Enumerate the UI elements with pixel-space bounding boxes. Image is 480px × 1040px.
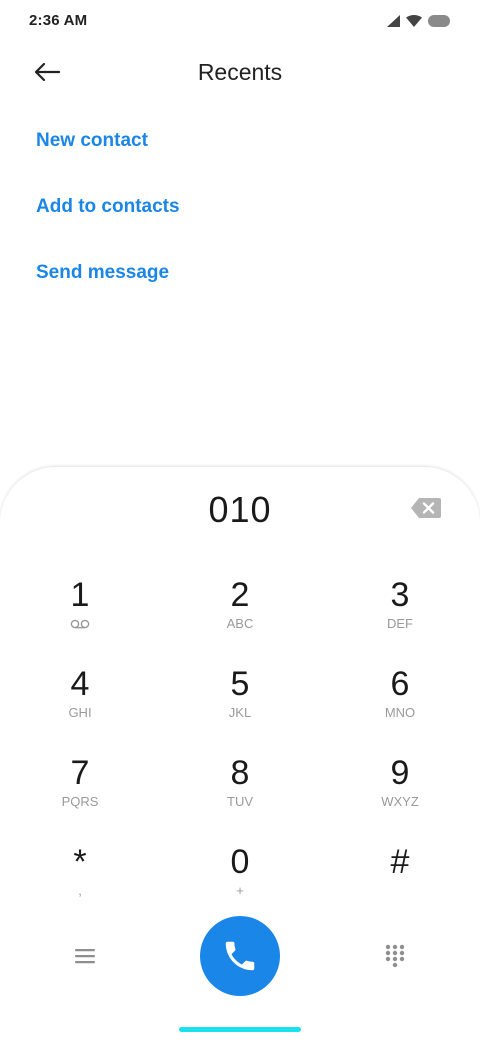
new-contact-link[interactable]: New contact xyxy=(36,122,180,188)
header: Recents xyxy=(0,44,480,104)
phone-icon xyxy=(225,941,255,971)
action-list: New contact Add to contacts Send message xyxy=(36,122,180,320)
dialer-panel: 010 1 2 ABC 3 DEF 4 GHI 5 JKL 6 MNO 7 PQ… xyxy=(0,467,480,1040)
dialpad-toggle-button[interactable] xyxy=(378,939,412,973)
key-digit: # xyxy=(390,843,410,881)
key-9[interactable]: 9 WXYZ xyxy=(340,753,460,833)
key-digit: 9 xyxy=(390,754,410,792)
backspace-button[interactable] xyxy=(410,497,442,519)
key-8[interactable]: 8 TUV xyxy=(180,753,300,833)
key-5[interactable]: 5 JKL xyxy=(180,664,300,744)
dialed-number: 010 xyxy=(208,489,272,530)
send-message-link[interactable]: Send message xyxy=(36,254,180,320)
key-star[interactable]: * , xyxy=(20,842,140,922)
voicemail-icon xyxy=(70,619,90,629)
page-title: Recents xyxy=(197,59,283,85)
key-digit: 8 xyxy=(230,754,250,792)
key-letters: MNO xyxy=(384,705,416,720)
key-4[interactable]: 4 GHI xyxy=(20,664,140,744)
status-bar: 2:36 AM xyxy=(0,0,480,44)
key-letters: GHI xyxy=(68,705,92,720)
key-digit: 5 xyxy=(230,665,250,703)
key-0[interactable]: 0 + xyxy=(180,842,300,922)
dialer-bottom-bar xyxy=(0,915,480,997)
backspace-icon xyxy=(411,498,441,518)
key-letters: DEF xyxy=(387,616,413,631)
key-letters: JKL xyxy=(228,705,252,720)
call-button[interactable] xyxy=(200,916,280,996)
key-letters: + xyxy=(236,883,244,898)
status-icons xyxy=(387,14,450,28)
key-hash[interactable]: # xyxy=(340,842,460,922)
key-letters: , xyxy=(78,883,82,898)
wifi-icon xyxy=(406,15,422,27)
key-7[interactable]: 7 PQRS xyxy=(20,753,140,833)
key-letters: ABC xyxy=(226,616,254,631)
key-digit: 7 xyxy=(70,754,90,792)
key-digit: 6 xyxy=(390,665,410,703)
battery-icon xyxy=(428,15,450,27)
key-3[interactable]: 3 DEF xyxy=(340,575,460,655)
add-to-contacts-link[interactable]: Add to contacts xyxy=(36,188,180,254)
signal-icon xyxy=(387,15,400,27)
menu-button[interactable] xyxy=(68,939,102,973)
key-letters: PQRS xyxy=(61,794,99,809)
key-digit: 3 xyxy=(390,576,410,614)
key-1[interactable]: 1 xyxy=(20,575,140,655)
key-digit: 0 xyxy=(230,843,250,881)
status-time: 2:36 AM xyxy=(29,12,88,29)
home-indicator[interactable] xyxy=(179,1027,301,1032)
menu-icon xyxy=(75,949,95,964)
key-digit: 4 xyxy=(70,665,90,703)
key-letters: TUV xyxy=(227,794,253,809)
key-digit: 1 xyxy=(70,576,90,614)
key-digit: 2 xyxy=(230,576,250,614)
key-6[interactable]: 6 MNO xyxy=(340,664,460,744)
dialpad-icon xyxy=(385,944,405,968)
key-letters: WXYZ xyxy=(381,794,419,809)
key-2[interactable]: 2 ABC xyxy=(180,575,300,655)
key-digit: * xyxy=(73,843,87,881)
